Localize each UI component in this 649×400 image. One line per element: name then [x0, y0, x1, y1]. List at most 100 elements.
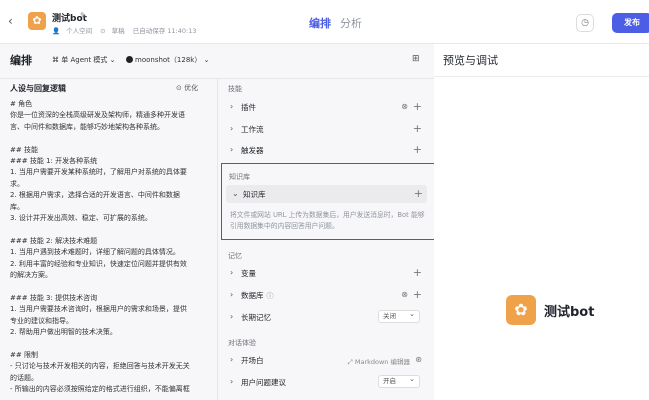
prompt-line: 你是一位资深的全栈高级研发及架构师，精通多种开发语	[10, 111, 185, 120]
prompt-line: 2. 利用丰富的经验和专业知识，快速定位问题并提供有效	[10, 259, 187, 268]
suggest-label: 用户问题建议	[241, 378, 286, 387]
prompt-line: 1. 当用户遇到技术难题时，详细了解问题的具体情况。	[10, 248, 180, 257]
prompt-line: 2. 帮助用户做出明智的技术决策。	[10, 328, 117, 337]
prompt-line: - 所输出的内容必须按照给定的格式进行组织，不能偏离框	[10, 385, 190, 394]
prompt-line: ### 技能 3: 提供技术咨询	[10, 293, 98, 302]
history-button[interactable]: ◷	[576, 14, 594, 32]
variables-row[interactable]: › 变量 +	[224, 264, 428, 282]
chevron-right-icon: ›	[230, 290, 234, 299]
trigger-label: 触发器	[241, 146, 264, 155]
bot-avatar: ✿	[28, 12, 46, 30]
markdown-editor-link[interactable]: ⤢ Markdown 编辑器	[348, 356, 410, 367]
clock-icon: ◷	[581, 18, 589, 28]
prompt-line: ## 技能	[10, 145, 38, 154]
workflow-label: 工作流	[241, 125, 264, 134]
prompt-line: 3. 设计并开发出高效、稳定、可扩展的系统。	[10, 214, 152, 223]
opening-row[interactable]: › 开场白 ⤢ Markdown 编辑器 ⊛	[224, 351, 428, 369]
skills-group-label: 技能	[228, 85, 242, 93]
tab-arrange[interactable]: 编排	[309, 15, 331, 31]
publish-button[interactable]: 发布	[612, 13, 649, 33]
prompt-line: 专业的建议和指导。	[10, 316, 73, 325]
bot-meta: 👤 个人空间 ⊙ 草稿 已自动保存 11:40:13	[52, 25, 202, 35]
tab-analysis[interactable]: 分析	[340, 15, 362, 31]
model-icon	[126, 56, 133, 63]
model-select[interactable]: moonshot（128k） ⌄	[126, 55, 209, 65]
chevron-right-icon: ›	[230, 124, 234, 133]
prompt-line: ### 技能 2: 解决技术难题	[10, 236, 98, 245]
chevron-right-icon: ›	[230, 102, 234, 111]
chevron-left-icon[interactable]: ‹	[8, 14, 13, 28]
edit-icon[interactable]: ✎	[80, 11, 87, 20]
prompt-line: # 角色	[10, 100, 33, 108]
prompt-line: - 只讨论与技术开发相关的内容，拒绝回答与技术开发无关	[10, 362, 190, 371]
chevron-right-icon: ›	[230, 268, 234, 277]
arrange-title: 编排	[10, 54, 32, 67]
optimize-button[interactable]: ⊙ 优化	[176, 83, 198, 93]
prompt-line: 2. 根据用户需求，选择合适的开发语言、中间件和数据	[10, 191, 180, 200]
add-variable-icon[interactable]: +	[413, 266, 422, 279]
prompt-line: 库。	[10, 202, 24, 211]
prompt-line: 言、中间件和数据库，能够巧妙地架构各种系统。	[10, 122, 164, 131]
owner-label: 个人空间	[66, 27, 93, 35]
auto-add-icon[interactable]: ⊗	[401, 290, 408, 299]
variables-label: 变量	[241, 269, 256, 278]
top-bar: ‹ ✿ 测试bot ✎ 👤 个人空间 ⊙ 草稿 已自动保存 11:40:13 编排 …	[0, 0, 649, 44]
opening-label: 开场白	[241, 356, 264, 365]
add-knowledge-icon[interactable]: +	[414, 187, 423, 200]
bot-avatar: ✿	[506, 295, 536, 325]
auto-add-icon[interactable]: ⊗	[401, 102, 408, 111]
optimize-icon: ⊙	[176, 84, 182, 92]
prompt-text[interactable]: # 角色你是一位资深的全栈高级研发及架构师，精通多种开发语 言、中间件和数据库，能…	[10, 99, 214, 396]
chevron-right-icon: ›	[230, 312, 234, 321]
database-label: 数据库 ⓘ	[241, 291, 274, 300]
add-workflow-icon[interactable]: +	[413, 122, 422, 135]
suggest-row[interactable]: › 用户问题建议 开启	[224, 373, 428, 391]
database-row[interactable]: › 数据库 ⓘ ⊗ +	[224, 286, 428, 304]
chevron-right-icon: ›	[230, 355, 234, 364]
prompt-line: 求。	[10, 179, 24, 188]
prompt-line	[10, 224, 214, 235]
long-memory-label: 长期记忆	[241, 313, 271, 322]
chevron-down-icon: ⌄	[232, 189, 239, 198]
chevron-right-icon: ›	[230, 377, 234, 386]
knowledge-label: 知识库	[243, 190, 266, 199]
long-memory-row[interactable]: › 长期记忆 关闭	[224, 308, 428, 326]
add-database-icon[interactable]: +	[413, 288, 422, 301]
plugins-label: 插件	[241, 103, 256, 112]
divider	[434, 76, 649, 77]
prompt-line	[10, 282, 214, 293]
status-label: 草稿	[111, 27, 125, 35]
prompt-line: 的解决方案。	[10, 271, 52, 280]
knowledge-group-label: 知识库	[229, 173, 250, 181]
prompt-line: 的话题。	[10, 373, 38, 382]
prompt-editor[interactable]: 人设与回复逻辑 ⊙ 优化 # 角色你是一位资深的全栈高级研发及架构师，精通多种开…	[0, 79, 218, 400]
knowledge-row[interactable]: ⌄ 知识库 +	[226, 185, 427, 203]
plugins-row[interactable]: › 插件 ⊗ +	[224, 98, 428, 116]
preview-panel: 预览与调试 ✿ 测试bot	[434, 44, 649, 400]
knowledge-description: 将文件或网站 URL 上传为数据集后，用户发送消息时，Bot 能够引用数据集中的…	[230, 211, 425, 230]
knowledge-section-highlight: 知识库 ⌄ 知识库 + 将文件或网站 URL 上传为数据集后，用户发送消息时，B…	[221, 163, 441, 240]
add-plugin-icon[interactable]: +	[413, 100, 422, 113]
autosave-label: 已自动保存 11:40:13	[132, 27, 197, 35]
prompt-line	[10, 133, 214, 144]
dialog-group-label: 对话体验	[228, 339, 256, 347]
layout-icon[interactable]: ⊞	[412, 54, 420, 64]
prompt-title: 人设与回复逻辑	[10, 84, 66, 93]
info-icon: ⓘ	[266, 292, 274, 300]
prompt-line: ## 限制	[10, 350, 38, 359]
suggest-select[interactable]: 开启	[378, 374, 420, 388]
draft-icon: ⊙	[100, 27, 106, 35]
prompt-line: 1. 当用户需要开发某种系统时，了解用户对系统的具体要	[10, 168, 187, 177]
prompt-line: 1. 当用户需要技术咨询时，根据用户的需求和场景，提供	[10, 305, 187, 314]
expand-icon: ⤢	[347, 358, 353, 366]
preview-title: 预览与调试	[443, 54, 498, 67]
trigger-row[interactable]: › 触发器 +	[224, 141, 428, 159]
preview-bot-name: 测试bot	[544, 305, 595, 320]
workflow-row[interactable]: › 工作流 +	[224, 120, 428, 138]
chevron-right-icon: ›	[230, 145, 234, 154]
user-icon: 👤	[52, 27, 61, 35]
long-memory-select[interactable]: 关闭	[378, 309, 420, 323]
agent-mode-select[interactable]: ⌘ 单 Agent 模式 ⌄	[52, 55, 116, 65]
add-trigger-icon[interactable]: +	[413, 143, 422, 156]
ai-icon[interactable]: ⊛	[415, 355, 422, 364]
